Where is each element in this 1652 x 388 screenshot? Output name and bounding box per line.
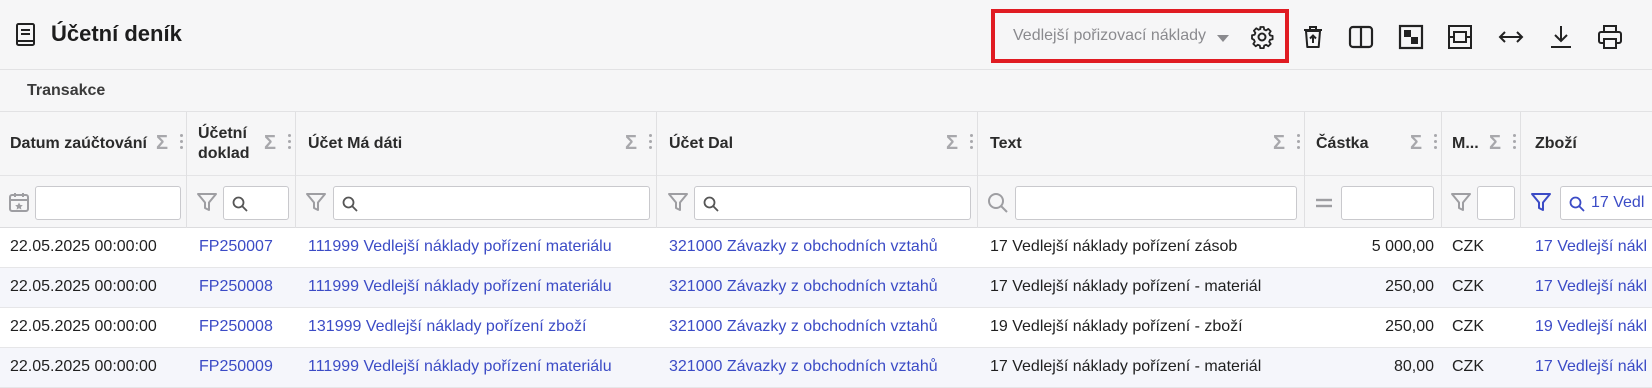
cell-goods[interactable]: 17 Vedlejší nákl [1535, 278, 1652, 296]
table-row[interactable]: 22.05.2025 00:00:00 FP250007 111999 Vedlej… [0, 228, 1652, 268]
sum-icon[interactable]: Σ [1489, 132, 1501, 155]
page-title: Účetní deník [51, 21, 182, 46]
cell-debit[interactable]: 111999 Vedlejší náklady pořízení materiá… [308, 238, 652, 256]
column-header-doklad[interactable]: Účetní doklad Σ [186, 112, 295, 176]
split-view-icon[interactable] [1348, 24, 1374, 50]
pivot-icon[interactable] [1398, 24, 1424, 50]
filter-input-text[interactable] [1015, 186, 1297, 220]
tab-transakce[interactable]: Transakce [27, 82, 105, 100]
cell-goods[interactable]: 17 Vedlejší nákl [1535, 358, 1652, 376]
cell-credit[interactable]: 321000 Závazky z obchodních vztahů [669, 278, 973, 296]
column-header-datum[interactable]: Datum zaúčtování Σ [0, 112, 186, 176]
cell-currency: CZK [1452, 238, 1484, 255]
column-menu-icon[interactable] [1297, 134, 1301, 152]
cell-currency: CZK [1452, 278, 1484, 295]
search-icon [232, 196, 248, 212]
cell-goods[interactable]: 17 Vedlejší nákl [1535, 238, 1652, 256]
column-menu-icon[interactable] [649, 134, 653, 152]
cell-text: 17 Vedlejší náklady pořízení - materiál [990, 358, 1262, 375]
cell-doc[interactable]: FP250008 [199, 278, 291, 296]
cell-currency: CZK [1452, 318, 1484, 335]
cell-doc[interactable]: FP250009 [199, 358, 291, 376]
cell-text: 17 Vedlejší náklady pořízení zásob [990, 238, 1238, 255]
cell-credit[interactable]: 321000 Závazky z obchodních vztahů [669, 318, 973, 336]
print-icon[interactable] [1597, 24, 1623, 50]
column-menu-icon[interactable] [970, 134, 974, 152]
cell-date: 22.05.2025 00:00:00 [10, 318, 157, 335]
table-row[interactable]: 22.05.2025 00:00:00 FP250008 111999 Vedlej… [0, 268, 1652, 308]
column-menu-icon[interactable] [180, 134, 184, 152]
sum-icon[interactable]: Σ [1273, 132, 1285, 155]
search-icon [1569, 196, 1585, 212]
cell-credit[interactable]: 321000 Závazky z obchodních vztahů [669, 358, 973, 376]
sum-icon[interactable]: Σ [264, 132, 276, 155]
cell-text: 17 Vedlejší náklady pořízení - materiál [990, 278, 1262, 295]
calendar-icon[interactable] [8, 191, 30, 213]
cell-amount: 5 000,00 [1371, 238, 1434, 255]
cell-currency: CZK [1452, 358, 1484, 375]
filter-input-doklad[interactable] [223, 186, 289, 220]
equals-icon[interactable] [1313, 192, 1335, 214]
settings-icon[interactable] [1250, 25, 1274, 49]
filter-icon[interactable] [305, 191, 327, 213]
cell-credit[interactable]: 321000 Závazky z obchodních vztahů [669, 238, 973, 256]
view-select-value: Vedlejší pořizovací náklady [1013, 27, 1206, 44]
filter-input-mena[interactable] [1477, 186, 1515, 220]
table-row[interactable]: 22.05.2025 00:00:00 FP250008 131999 Vedlej… [0, 308, 1652, 348]
filter-active-icon[interactable] [1530, 191, 1552, 213]
filter-input-datum[interactable] [35, 186, 181, 220]
filter-input-zbozi[interactable]: 17 Vedl [1560, 186, 1652, 220]
column-menu-icon[interactable] [288, 134, 292, 152]
delete-layout-icon[interactable] [1300, 24, 1326, 50]
cell-date: 22.05.2025 00:00:00 [10, 358, 157, 375]
sum-icon[interactable]: Σ [1410, 132, 1422, 155]
filter-input-ucet-ma-dati[interactable] [333, 186, 650, 220]
search-icon [703, 196, 719, 212]
table-row[interactable]: 22.05.2025 00:00:00 FP250009 111999 Vedlej… [0, 348, 1652, 388]
cell-text: 19 Vedlejší náklady pořízení - zboží [990, 318, 1243, 335]
filter-icon[interactable] [667, 191, 689, 213]
cell-debit[interactable]: 111999 Vedlejší náklady pořízení materiá… [308, 278, 652, 296]
sum-icon[interactable]: Σ [946, 132, 958, 155]
cell-amount: 80,00 [1393, 358, 1434, 375]
cell-doc[interactable]: FP250008 [199, 318, 291, 336]
column-header-ucet-ma-dati[interactable]: Účet Má dáti Σ [295, 112, 656, 176]
fit-screen-icon[interactable] [1447, 24, 1473, 50]
column-header-mena[interactable]: M... Σ [1441, 112, 1520, 176]
sum-icon[interactable]: Σ [156, 132, 168, 155]
expand-width-icon[interactable] [1498, 24, 1524, 50]
cell-date: 22.05.2025 00:00:00 [10, 278, 157, 295]
search-icon[interactable] [987, 192, 1009, 214]
column-header-castka[interactable]: Částka Σ [1304, 112, 1441, 176]
sum-icon[interactable]: Σ [625, 132, 637, 155]
cell-date: 22.05.2025 00:00:00 [10, 238, 157, 255]
top-bar: Účetní deník Vedlejší pořizovací náklady [0, 0, 1652, 70]
cell-amount: 250,00 [1385, 318, 1434, 335]
column-menu-icon[interactable] [1434, 134, 1438, 152]
column-header-ucet-dal[interactable]: Účet Dal Σ [656, 112, 977, 176]
tab-bar: Transakce [0, 70, 1652, 112]
download-icon[interactable] [1548, 24, 1574, 50]
book-icon [16, 23, 35, 46]
cell-debit[interactable]: 131999 Vedlejší náklady pořízení zboží [308, 318, 652, 336]
cell-doc[interactable]: FP250007 [199, 238, 291, 256]
filter-input-ucet-dal[interactable] [694, 186, 971, 220]
search-icon [342, 196, 358, 212]
cell-goods[interactable]: 19 Vedlejší nákl [1535, 318, 1652, 336]
filter-input-castka[interactable] [1341, 186, 1434, 220]
column-header-text[interactable]: Text Σ [977, 112, 1304, 176]
filter-icon[interactable] [196, 191, 218, 213]
cell-debit[interactable]: 111999 Vedlejší náklady pořízení materiá… [308, 358, 652, 376]
column-menu-icon[interactable] [1513, 134, 1517, 152]
column-header-zbozi[interactable]: Zboží [1520, 112, 1652, 176]
chevron-down-icon [1217, 35, 1229, 42]
view-select[interactable]: Vedlejší pořizovací náklady [991, 9, 1289, 63]
cell-amount: 250,00 [1385, 278, 1434, 295]
filter-icon[interactable] [1450, 191, 1472, 213]
